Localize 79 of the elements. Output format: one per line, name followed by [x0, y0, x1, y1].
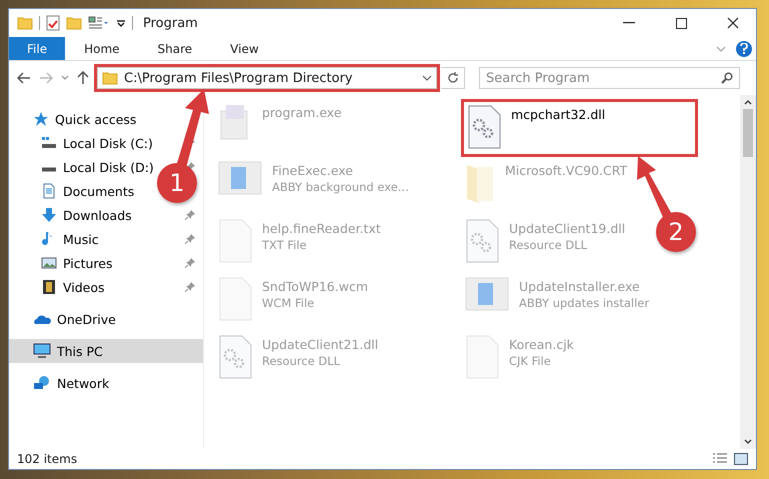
maximize-icon	[676, 18, 686, 28]
window-title: Program	[143, 16, 198, 30]
forward-arrow-icon	[39, 72, 53, 84]
file-type: Resource DLL	[509, 238, 588, 252]
properties-icon	[46, 15, 60, 31]
details-view-icon[interactable]	[712, 453, 728, 465]
file-type: CJK File	[509, 354, 552, 368]
up-button[interactable]	[75, 69, 91, 87]
file-name: UpdateClient19.dll	[509, 221, 626, 236]
file-name: UpdateInstaller.exe	[519, 279, 641, 294]
file-gear-icon	[467, 105, 501, 149]
large-icons-view-icon[interactable]	[734, 453, 748, 465]
new-folder-icon	[66, 15, 82, 31]
up-arrow-icon	[77, 71, 89, 85]
file-gear-icon	[465, 219, 499, 263]
sidebar-item[interactable]: Downloads	[9, 203, 203, 227]
file-type: ABBY updates installer	[519, 296, 650, 310]
sidebar-item[interactable]: Videos	[9, 275, 203, 299]
file-name: SndToWP16.wcm	[262, 279, 368, 294]
sidebar-item[interactable]: Quick access	[9, 107, 203, 131]
chevron-down-icon	[61, 75, 69, 81]
download-icon	[41, 207, 57, 223]
ribbon-tab[interactable]: File	[9, 37, 66, 60]
file-name: program.exe	[262, 105, 342, 120]
file-icon	[218, 277, 252, 321]
application-window-icon	[465, 277, 509, 311]
file-name: help.fineReader.txt	[262, 221, 381, 236]
picture-icon	[41, 255, 57, 271]
expand-ribbon-icon[interactable]	[716, 46, 726, 52]
back-arrow-icon	[17, 72, 31, 84]
scroll-down-icon[interactable]	[744, 439, 752, 445]
film-icon	[41, 279, 57, 295]
file-name: Korean.cjk	[509, 337, 574, 352]
refresh-button[interactable]	[441, 67, 465, 89]
address-field[interactable]: C:\Program Files\Program Directory	[97, 67, 437, 89]
sidebar-item[interactable]: Network	[9, 371, 203, 395]
item-count: 102 items	[17, 452, 78, 466]
document-icon	[41, 183, 57, 199]
close-icon	[727, 17, 739, 29]
drive-icon	[41, 167, 57, 172]
file-name: Microsoft.VC90.CRT	[505, 163, 628, 178]
file-icon	[465, 335, 499, 379]
refresh-icon	[446, 72, 458, 84]
minimize-icon	[623, 22, 635, 24]
dropdown-icon[interactable]	[422, 75, 432, 81]
customize-arrow-icon[interactable]	[116, 18, 126, 28]
search-icon	[721, 72, 733, 84]
question-mark-icon	[740, 43, 748, 54]
help-button[interactable]	[736, 40, 752, 56]
ribbon-tab[interactable]: Home	[65, 37, 139, 60]
sidebar-item[interactable]: OneDrive	[9, 307, 203, 331]
ribbon-tab[interactable]: View	[211, 37, 278, 60]
scrollbar[interactable]	[740, 95, 756, 449]
file-gear-icon	[218, 335, 252, 379]
sidebar-item[interactable]: Pictures	[9, 251, 203, 275]
file-type: Resource DLL	[262, 354, 342, 368]
file-item[interactable]: mcpchart32.dll	[461, 99, 698, 157]
globe-icon	[33, 375, 51, 391]
folder-icon	[17, 15, 33, 31]
computer-icon	[33, 343, 51, 359]
star-icon	[33, 111, 49, 127]
file-icon	[218, 219, 252, 263]
file-type: TXT File	[262, 238, 308, 252]
file-name: FineExec.exe	[272, 163, 354, 178]
scrollbar-thumb[interactable]	[743, 109, 753, 157]
application-window-icon	[218, 161, 262, 195]
file-type: WCM File	[262, 296, 316, 310]
back-button[interactable]	[15, 70, 33, 86]
layout-dropdown-icon[interactable]	[88, 16, 110, 30]
sidebar-item[interactable]: This PC	[9, 339, 203, 363]
ribbon-tab[interactable]: Share	[138, 37, 212, 60]
sidebar-item[interactable]: Music	[9, 227, 203, 251]
file-name: mcpchart32.dll	[511, 107, 606, 122]
drive-icon	[41, 135, 57, 151]
search-field[interactable]: Search Program	[479, 67, 740, 89]
file-type: ABBY background exe...	[272, 180, 409, 194]
folder-icon	[102, 70, 118, 86]
file-name: UpdateClient21.dll	[262, 337, 378, 352]
scroll-up-icon[interactable]	[744, 99, 752, 105]
